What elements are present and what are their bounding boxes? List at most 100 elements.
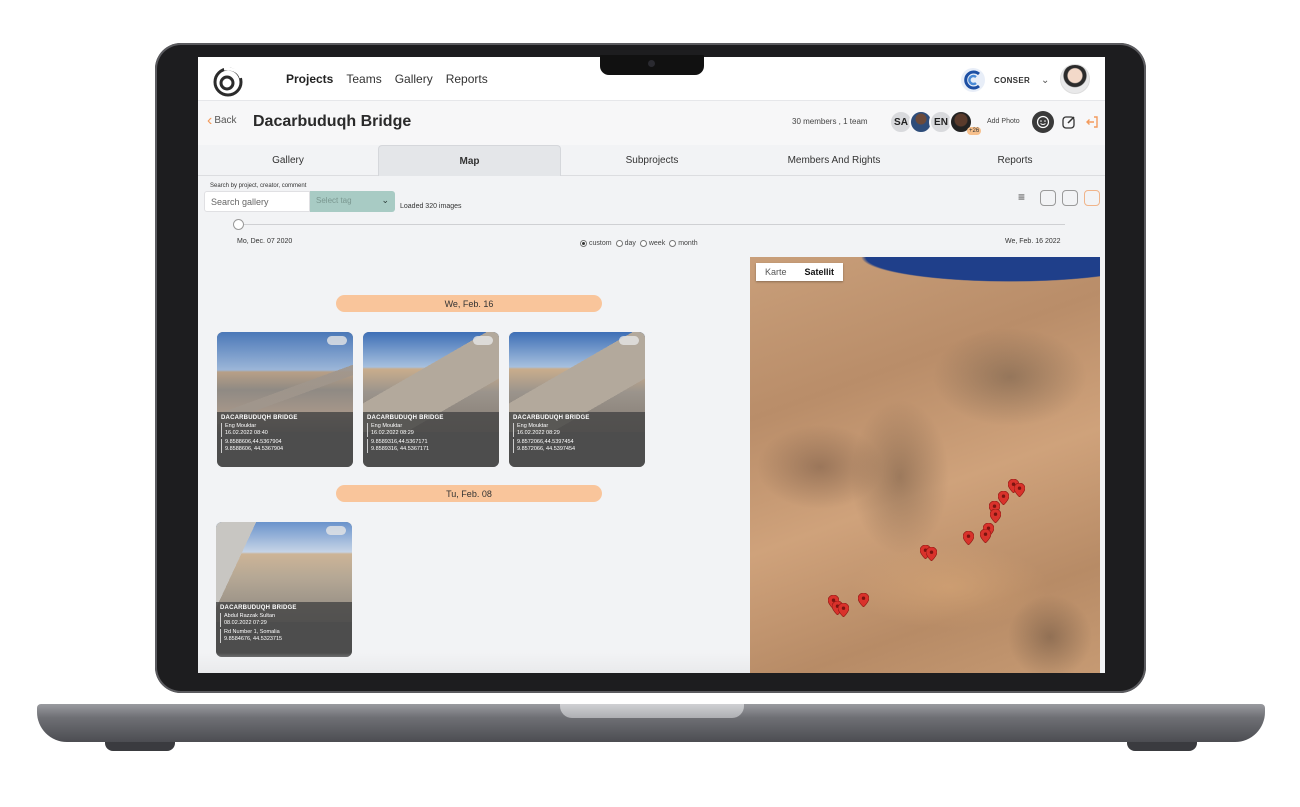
company-switcher[interactable]: CONSER ⌄ <box>960 67 1049 93</box>
back-button[interactable]: ‹ Back <box>207 111 237 129</box>
timeline-end-date: We, Feb. 16 2022 <box>1005 238 1061 245</box>
map-type-toggle: Karte Satellit <box>756 263 844 281</box>
chevron-down-icon[interactable]: ⌄ <box>1041 75 1049 86</box>
page-title: Dacarbuduqh Bridge <box>253 113 412 130</box>
photo-coord: 9.8584676, 44.5323715 <box>224 636 283 642</box>
map-marker-icon[interactable] <box>858 593 869 607</box>
photo-card[interactable]: DACARBUDUQH BRIDGE Eng Mouktar 16.02.2022… <box>363 332 499 467</box>
photo-coord: 9.8589316, 44.5367171 <box>371 446 430 452</box>
range-radio-group: custom day week month <box>580 240 698 247</box>
photo-card[interactable]: DACARBUDUQH BRIDGE Abdul Razzak Sultan 08… <box>216 522 352 657</box>
tab-map[interactable]: Map <box>378 145 561 176</box>
photo-creator: Eng Mouktar <box>225 423 257 429</box>
map-marker-icon[interactable] <box>926 547 937 561</box>
radio-label: week <box>648 240 666 247</box>
map-marker-icon[interactable] <box>963 531 974 545</box>
photo-location: 9.8588606,44.5367904 9.8588606, 44.536790… <box>221 439 349 453</box>
app-screen: Projects Teams Gallery Reports CONSER ⌄ … <box>198 57 1105 673</box>
company-logo-icon <box>961 68 985 92</box>
face-filter-icon[interactable] <box>1040 190 1056 206</box>
photo-card[interactable]: DACARBUDUQH BRIDGE Eng Mouktar 16.02.2022… <box>217 332 353 467</box>
tag-select[interactable]: Select tag ⌄ <box>310 191 395 212</box>
face-plus-icon <box>1036 115 1050 129</box>
select-list-icon[interactable]: ≡ <box>1018 190 1034 206</box>
search-label: Search by project, creator, comment <box>210 183 307 189</box>
map-type-karte[interactable]: Karte <box>756 263 796 281</box>
photo-address: Rd Number 1, Somalia <box>224 629 280 635</box>
company-name: CONSER <box>994 75 1031 85</box>
photo-coord: 9.8572066,44.5397454 <box>517 439 574 445</box>
map-marker-icon[interactable] <box>990 509 1001 523</box>
project-tabs: Gallery Map Subprojects Members And Righ… <box>198 145 1105 176</box>
radio-dot <box>639 240 647 247</box>
radio-dot <box>615 240 623 247</box>
app-logo-icon[interactable] <box>212 66 244 98</box>
photo-datetime: 16.02.2022 08:29 <box>371 430 414 436</box>
select-toggle[interactable] <box>473 336 493 345</box>
timeline-start-date: Mo, Dec. 07 2020 <box>237 238 293 245</box>
add-photo-button[interactable] <box>1032 111 1054 133</box>
photo-info: DACARBUDUQH BRIDGE Abdul Razzak Sultan 08… <box>216 602 352 657</box>
nav-reports[interactable]: Reports <box>446 72 488 86</box>
map-marker-icon[interactable] <box>980 529 991 543</box>
document-icon[interactable] <box>1062 190 1078 206</box>
photo-coord: 9.8588606, 44.5367904 <box>225 446 284 452</box>
photo-project: DACARBUDUQH BRIDGE <box>221 415 298 421</box>
radio-label: day <box>624 240 636 247</box>
radio-month[interactable]: month <box>669 240 698 247</box>
radio-label: custom <box>589 240 612 247</box>
photo-location: 9.8572066,44.5397454 9.8572066, 44.539745… <box>513 439 641 453</box>
nav-gallery[interactable]: Gallery <box>395 72 433 86</box>
laptop-foot-right <box>1127 742 1197 751</box>
photo-project: DACARBUDUQH BRIDGE <box>513 415 590 421</box>
tab-members-and-rights[interactable]: Members And Rights <box>743 145 925 176</box>
members-summary[interactable]: 30 members , 1 team <box>792 117 868 126</box>
chevron-down-icon: ⌄ <box>381 195 389 205</box>
tab-gallery[interactable]: Gallery <box>198 145 378 176</box>
photo-info: DACARBUDUQH BRIDGE Eng Mouktar 16.02.2022… <box>509 412 645 467</box>
photo-datetime: 16.02.2022 08:40 <box>225 430 268 436</box>
map-marker-icon[interactable] <box>838 603 849 617</box>
radio-week[interactable]: week <box>639 240 666 247</box>
timeline-handle[interactable] <box>233 219 244 230</box>
photo-project: DACARBUDUQH BRIDGE <box>220 605 297 611</box>
back-label: Back <box>214 115 237 126</box>
add-photo-label[interactable]: Add Photo <box>987 118 1020 125</box>
tab-reports[interactable]: Reports <box>925 145 1105 176</box>
member-avatars[interactable]: SA EN <box>889 110 973 134</box>
photo-card[interactable]: DACARBUDUQH BRIDGE Eng Mouktar 16.02.2022… <box>509 332 645 467</box>
photo-datetime: 08.02.2022 07:29 <box>224 620 267 626</box>
select-toggle[interactable] <box>619 336 639 345</box>
edit-project-button[interactable] <box>1058 111 1080 133</box>
leave-project-button[interactable] <box>1081 111 1103 133</box>
nav-teams[interactable]: Teams <box>346 72 381 86</box>
camera-notch <box>600 55 704 75</box>
tab-subprojects[interactable]: Subprojects <box>561 145 743 176</box>
search-input[interactable]: Search gallery <box>204 191 310 212</box>
exit-icon <box>1086 116 1098 128</box>
radio-dot <box>580 240 587 247</box>
date-group-header: Tu, Feb. 08 <box>336 485 602 502</box>
more-members-badge: +26 <box>967 127 982 135</box>
laptop-thumb-notch <box>560 704 744 718</box>
select-toggle[interactable] <box>326 526 346 535</box>
radio-label: month <box>678 240 698 247</box>
radio-custom[interactable]: custom <box>580 240 612 247</box>
laptop-foot-left <box>105 742 175 751</box>
edit-icon <box>1062 116 1075 129</box>
loaded-count: Loaded 320 images <box>400 203 462 210</box>
map-type-satellit[interactable]: Satellit <box>796 263 844 281</box>
map-marker-icon[interactable] <box>1014 483 1025 497</box>
radio-day[interactable]: day <box>615 240 636 247</box>
photo-coord: 9.8572066, 44.5397454 <box>517 446 576 452</box>
satellite-map[interactable]: Karte Satellit <box>750 257 1100 673</box>
select-toggle[interactable] <box>327 336 347 345</box>
user-avatar[interactable] <box>1060 64 1090 94</box>
photo-location: Rd Number 1, Somalia 9.8584676, 44.532371… <box>220 629 348 643</box>
project-header: ‹ Back Dacarbuduqh Bridge 30 members , 1… <box>198 101 1105 145</box>
chevron-left-icon: ‹ <box>207 111 213 129</box>
webcam-icon <box>648 60 655 67</box>
trash-icon[interactable] <box>1084 190 1100 206</box>
nav-projects[interactable]: Projects <box>286 72 333 86</box>
timeline-track[interactable] <box>233 224 1065 225</box>
